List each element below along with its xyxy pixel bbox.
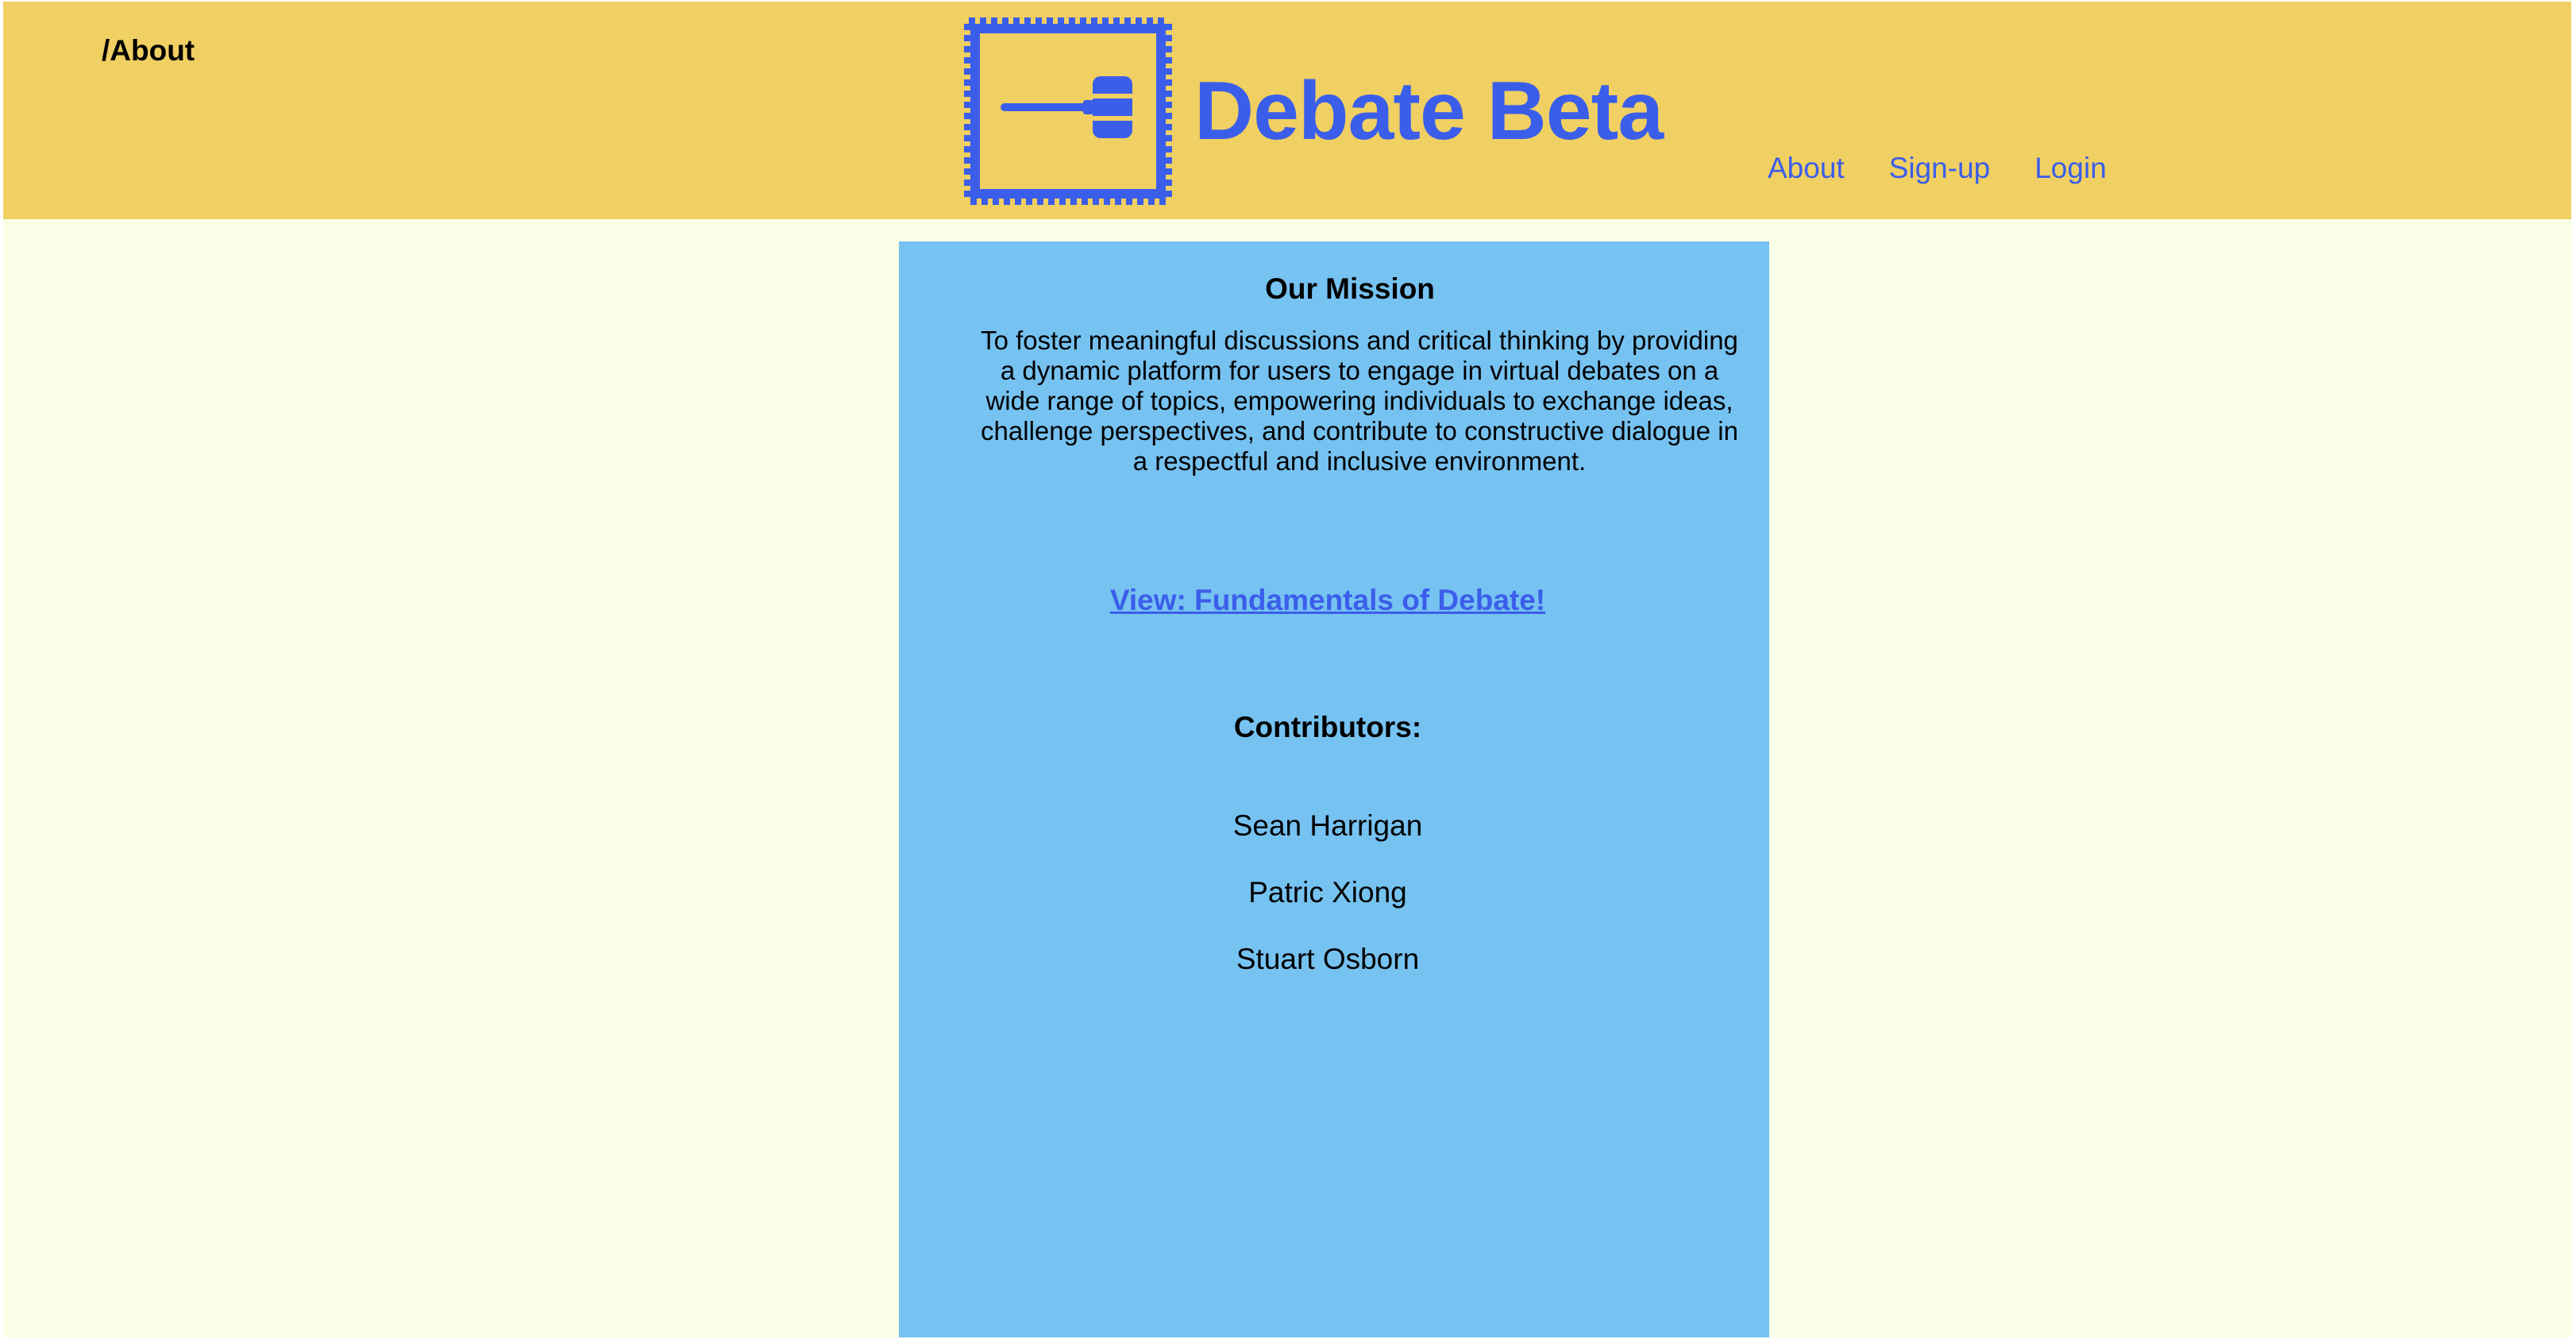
page-path: /About	[102, 34, 195, 67]
header-bar: /About Debate Beta About Sign-up Login	[3, 2, 2571, 219]
gavel-stamp-icon	[964, 17, 1172, 205]
mission-text: To foster meaningful discussions and cri…	[981, 326, 1738, 476]
nav-link-about[interactable]: About	[1768, 149, 1845, 187]
contributor-name: Stuart Osborn	[1236, 943, 1420, 975]
page: /About Debate Beta About Sign-up Login O…	[3, 2, 2571, 1337]
contributors-title: Contributors:	[1233, 711, 1422, 743]
brand-home-link[interactable]: Debate Beta	[964, 17, 1664, 205]
top-nav: About Sign-up Login	[1768, 149, 2107, 187]
nav-link-signup[interactable]: Sign-up	[1889, 149, 1991, 187]
fundamentals-link[interactable]: View: Fundamentals of Debate!	[899, 578, 1769, 623]
nav-link-login[interactable]: Login	[2034, 149, 2107, 187]
contributor-name: Sean Harrigan	[1232, 809, 1423, 842]
brand-title: Debate Beta	[1194, 65, 1664, 157]
contributor-name: Patric Xiong	[1248, 876, 1407, 909]
about-panel: Our Mission To foster meaningful discuss…	[899, 241, 1769, 1337]
contributors-list: Sean Harrigan Patric Xiong Stuart Osborn	[899, 804, 1769, 1004]
mission-title: Our Mission	[1265, 272, 1435, 305]
